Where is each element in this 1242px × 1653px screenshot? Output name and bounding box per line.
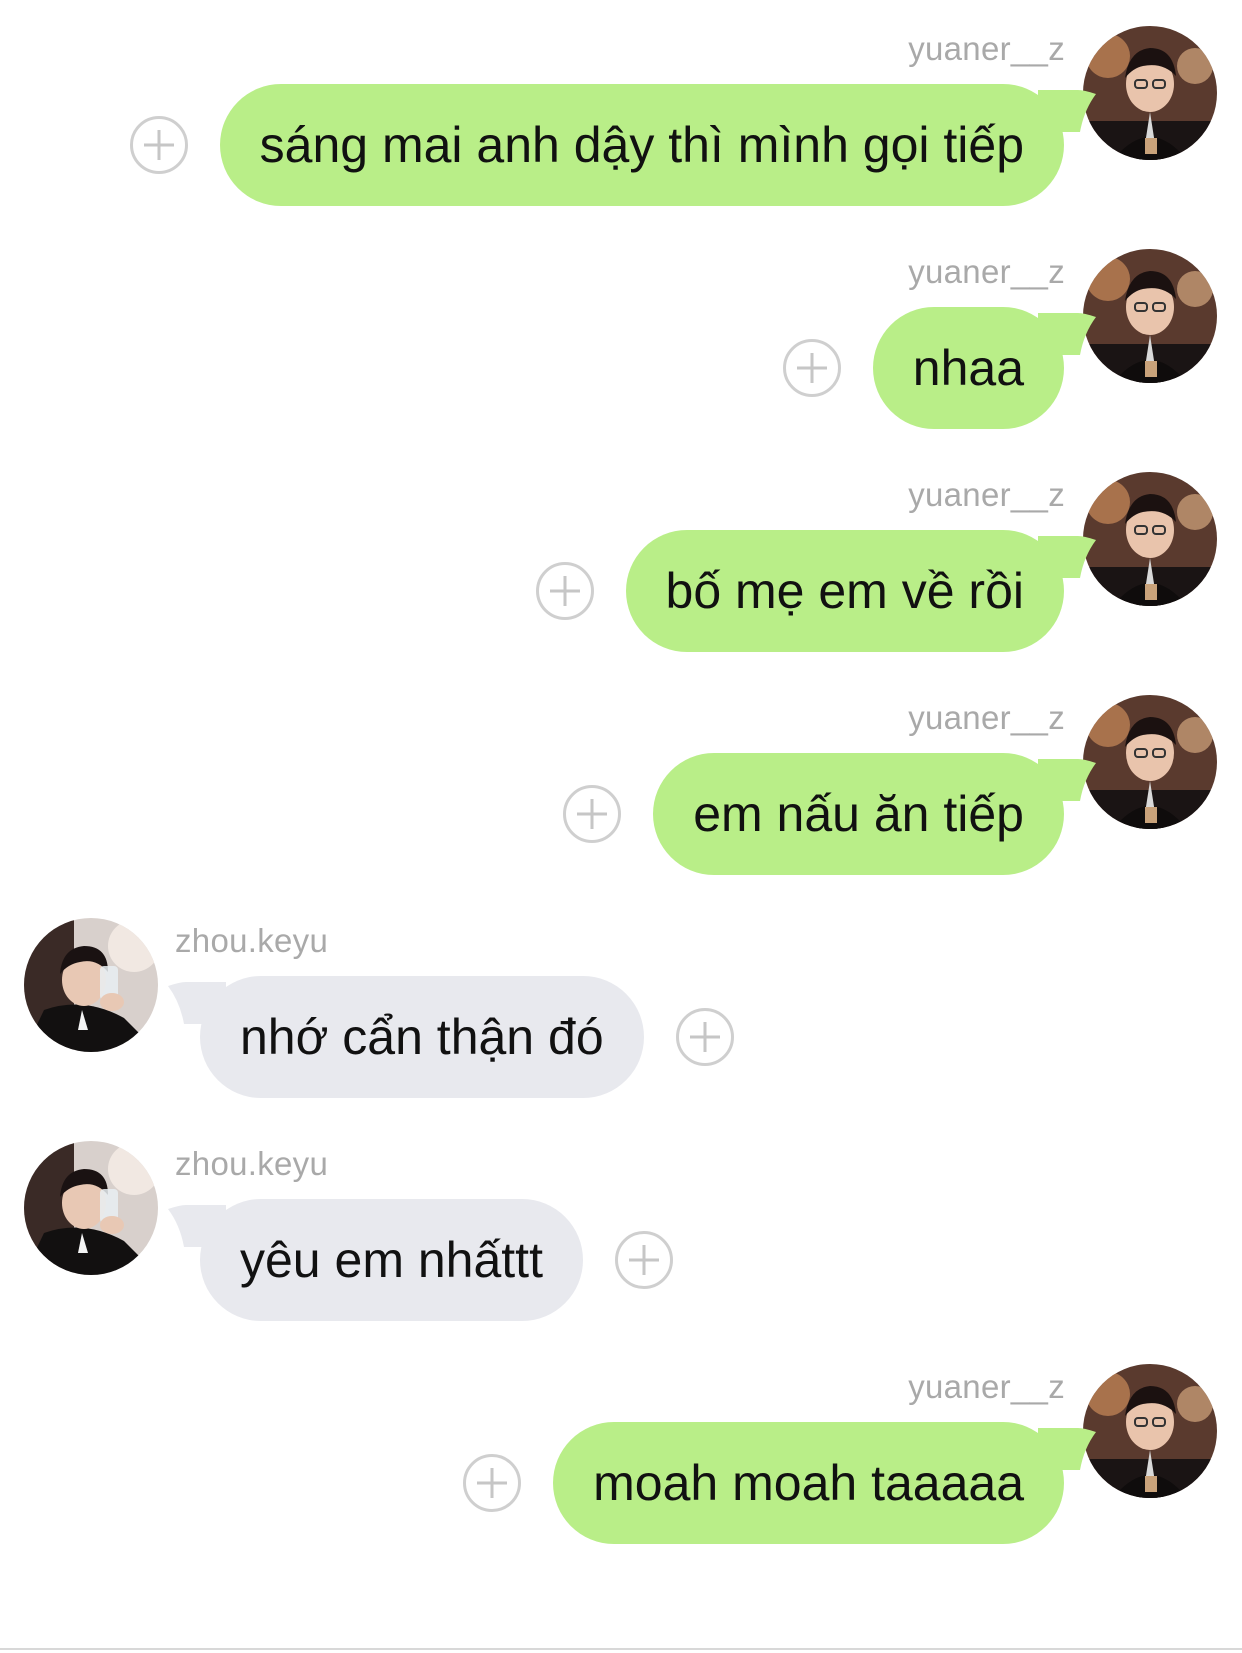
zhou-avatar-icon[interactable] xyxy=(24,918,158,1052)
chat-thread[interactable]: yuaner__z sáng mai anh dậy thì mình gọi … xyxy=(0,0,1242,1653)
message-bubble[interactable]: yêu em nhấttt xyxy=(200,1199,583,1321)
message-bubble[interactable]: sáng mai anh dậy thì mình gọi tiếp xyxy=(219,84,1064,206)
bubble-container: em nấu ăn tiếp xyxy=(563,753,1096,875)
bubble-container: nhớ cẩn thận đó xyxy=(168,976,734,1098)
add-reaction-icon[interactable] xyxy=(782,339,841,397)
bubble-container: bố mẹ em về rồi xyxy=(535,530,1096,652)
message-row: yuaner__z em nấu ăn tiếp xyxy=(0,669,1242,892)
zhou-avatar-icon[interactable] xyxy=(24,1141,158,1275)
add-reaction-icon[interactable] xyxy=(675,1008,734,1066)
message-row: yuaner__z nhaa xyxy=(0,223,1242,446)
divider xyxy=(0,1648,1242,1650)
message-row: zhou.keyu nhớ cẩn thận đó xyxy=(0,904,1242,1127)
message-row: yuaner__z moah moah taaaaa xyxy=(0,1338,1242,1561)
message-bubble[interactable]: bố mẹ em về rồi xyxy=(625,530,1064,652)
bubble-container: sáng mai anh dậy thì mình gọi tiếp xyxy=(129,84,1096,206)
sender-name: zhou.keyu xyxy=(175,922,329,959)
add-reaction-icon[interactable] xyxy=(535,562,594,620)
yuaner-avatar-icon[interactable] xyxy=(1083,472,1217,606)
message-bubble[interactable]: nhaa xyxy=(872,307,1064,429)
bubble-container: yêu em nhấttt xyxy=(168,1199,673,1321)
message-bubble[interactable]: moah moah taaaaa xyxy=(553,1422,1064,1544)
yuaner-avatar-icon[interactable] xyxy=(1083,249,1217,383)
message-row: yuaner__z sáng mai anh dậy thì mình gọi … xyxy=(0,0,1242,223)
add-reaction-icon[interactable] xyxy=(463,1454,522,1512)
bubble-container: nhaa xyxy=(782,307,1096,429)
yuaner-avatar-icon[interactable] xyxy=(1083,1364,1217,1498)
yuaner-avatar-icon[interactable] xyxy=(1083,26,1217,160)
add-reaction-icon[interactable] xyxy=(129,116,188,174)
add-reaction-icon[interactable] xyxy=(563,785,622,843)
sender-name: yuaner__z xyxy=(908,476,1065,513)
message-row: yuaner__z bố mẹ em về rồi xyxy=(0,446,1242,669)
sender-name: yuaner__z xyxy=(908,1368,1065,1405)
add-reaction-icon[interactable] xyxy=(614,1231,673,1289)
bubble-container: moah moah taaaaa xyxy=(463,1422,1096,1544)
sender-name: zhou.keyu xyxy=(175,1145,329,1182)
message-bubble[interactable]: nhớ cẩn thận đó xyxy=(200,976,644,1098)
sender-name: yuaner__z xyxy=(908,30,1065,67)
message-bubble[interactable]: em nấu ăn tiếp xyxy=(653,753,1064,875)
yuaner-avatar-icon[interactable] xyxy=(1083,695,1217,829)
sender-name: yuaner__z xyxy=(908,253,1065,290)
sender-name: yuaner__z xyxy=(908,699,1065,736)
message-row: zhou.keyu yêu em nhấttt xyxy=(0,1127,1242,1350)
